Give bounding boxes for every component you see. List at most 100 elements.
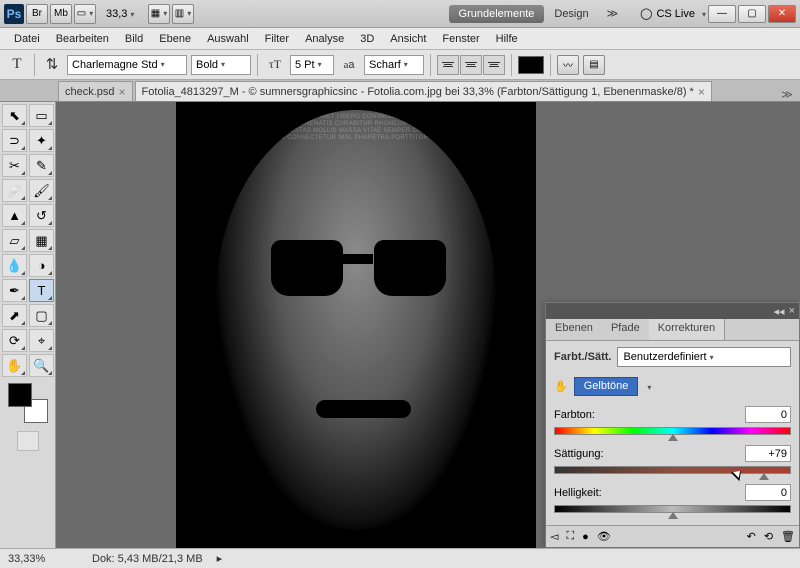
window-maximize[interactable]: ▢: [738, 5, 766, 23]
quickmask-toggle[interactable]: [17, 431, 39, 451]
menu-ansicht[interactable]: Ansicht: [382, 31, 434, 47]
warp-text-button[interactable]: 〰: [557, 55, 579, 75]
document-tabs: check.psd× Fotolia_4813297_M - © sumners…: [0, 80, 800, 102]
lasso-tool[interactable]: ⊃: [2, 129, 27, 152]
antialias-select[interactable]: Scharf: [364, 55, 424, 75]
close-icon[interactable]: ×: [119, 85, 126, 99]
tab-overflow[interactable]: ≫: [778, 88, 796, 101]
menu-analyse[interactable]: Analyse: [297, 31, 352, 47]
char-panel-button[interactable]: ▤: [583, 55, 605, 75]
menu-datei[interactable]: Datei: [6, 31, 48, 47]
menu-3d[interactable]: 3D: [352, 31, 382, 47]
eraser-tool[interactable]: ▱: [2, 229, 27, 252]
app-logo[interactable]: Ps: [4, 4, 24, 24]
stamp-tool[interactable]: ▲: [2, 204, 27, 227]
brush-tool[interactable]: 🖌: [29, 179, 54, 202]
hand-icon[interactable]: ✋: [554, 380, 568, 393]
history-brush-tool[interactable]: ↺: [29, 204, 54, 227]
window-minimize[interactable]: —: [708, 5, 736, 23]
align-center-button[interactable]: [460, 55, 482, 75]
bridge-button[interactable]: Br: [26, 4, 48, 24]
previous-icon[interactable]: ↶: [747, 530, 756, 543]
preset-select[interactable]: Benutzerdefiniert: [617, 347, 791, 367]
menu-bearbeiten[interactable]: Bearbeiten: [48, 31, 117, 47]
minibridge-button[interactable]: Mb: [50, 4, 72, 24]
document-image: [176, 102, 536, 548]
quickselect-tool[interactable]: ✦: [29, 129, 54, 152]
3d-tool[interactable]: ⟳: [2, 329, 27, 352]
fg-color[interactable]: [8, 383, 32, 407]
cslive-icon: ◯: [640, 7, 652, 20]
font-family-select[interactable]: Charlemagne Std: [67, 55, 187, 75]
hand-tool[interactable]: ✋: [2, 354, 27, 377]
collapse-icon[interactable]: ◂◂: [774, 305, 785, 318]
hue-input[interactable]: [745, 406, 791, 423]
font-style-select[interactable]: Bold: [191, 55, 251, 75]
range-dropdown-arrow[interactable]: [644, 381, 651, 393]
fontsize-icon: τT: [264, 54, 286, 76]
text-color-swatch[interactable]: [518, 56, 544, 74]
3dcam-tool[interactable]: ⌖: [29, 329, 54, 352]
blur-tool[interactable]: 💧: [2, 254, 27, 277]
canvas[interactable]: ◂◂× Ebenen Pfade Korrekturen Farbt./Sätt…: [56, 102, 800, 548]
tab-korrekturen[interactable]: Korrekturen: [649, 319, 725, 340]
sat-slider[interactable]: [554, 466, 791, 474]
close-icon[interactable]: ×: [698, 85, 705, 99]
healbrush-tool[interactable]: 🩹: [2, 179, 27, 202]
cslive-button[interactable]: ◯ CS Live: [640, 7, 706, 20]
type-tool[interactable]: T: [29, 279, 54, 302]
lig-slider[interactable]: [554, 505, 791, 513]
type-tool-icon: T: [6, 54, 28, 76]
menu-hilfe[interactable]: Hilfe: [488, 31, 526, 47]
zoom-tool[interactable]: 🔍: [29, 354, 54, 377]
menu-auswahl[interactable]: Auswahl: [199, 31, 257, 47]
zoom-select[interactable]: 33,3: [106, 8, 146, 20]
align-left-button[interactable]: [437, 55, 459, 75]
path-tool[interactable]: ⬈: [2, 304, 27, 327]
doc-tab-fotolia[interactable]: Fotolia_4813297_M - © sumnersgraphicsinc…: [135, 81, 712, 101]
panel-footer: ◅ ⛶ ● 👁 ↶ ⟲ 🗑: [546, 525, 799, 547]
shape-tool[interactable]: ▢: [29, 304, 54, 327]
workspace-essentials[interactable]: Grundelemente: [449, 5, 545, 23]
font-size-select[interactable]: 5 Pt: [290, 55, 334, 75]
fg-bg-colors[interactable]: [8, 383, 48, 423]
status-menu-icon[interactable]: ▸: [217, 552, 223, 565]
doc-tab-check[interactable]: check.psd×: [58, 81, 133, 101]
hue-slider[interactable]: [554, 427, 791, 435]
eyedropper-tool[interactable]: ✎: [29, 154, 54, 177]
options-bar: T ⇅ Charlemagne Std Bold τT 5 Pt aa Scha…: [0, 50, 800, 80]
arrange-button[interactable]: ▥: [172, 4, 194, 24]
status-zoom[interactable]: 33,33%: [8, 553, 78, 565]
tab-ebenen[interactable]: Ebenen: [546, 319, 602, 340]
color-range-select[interactable]: Gelbtöne: [574, 377, 639, 396]
move-tool[interactable]: ⬉: [2, 104, 27, 127]
back-icon[interactable]: ◅: [550, 530, 558, 543]
expand-icon[interactable]: ⛶: [566, 530, 574, 543]
lig-input[interactable]: [745, 484, 791, 501]
close-icon[interactable]: ×: [789, 305, 795, 317]
sat-input[interactable]: [745, 445, 791, 462]
gradient-tool[interactable]: ▦: [29, 229, 54, 252]
tab-pfade[interactable]: Pfade: [602, 319, 649, 340]
clip-icon[interactable]: ●: [582, 531, 589, 543]
screenmode-button[interactable]: ▭: [74, 4, 96, 24]
align-right-button[interactable]: [483, 55, 505, 75]
window-close[interactable]: ✕: [768, 5, 796, 23]
viewextras-button[interactable]: ▦: [148, 4, 170, 24]
dodge-tool[interactable]: ◑: [29, 254, 54, 277]
workspace-design[interactable]: Design: [546, 5, 596, 23]
crop-tool[interactable]: ✂: [2, 154, 27, 177]
reset-icon[interactable]: ⟲: [764, 530, 773, 543]
orientation-icon[interactable]: ⇅: [41, 54, 63, 76]
menu-fenster[interactable]: Fenster: [434, 31, 487, 47]
status-bar: 33,33% Dok: 5,43 MB/21,3 MB ▸: [0, 548, 800, 568]
menu-ebene[interactable]: Ebene: [151, 31, 199, 47]
workspace-more[interactable]: ≫: [599, 4, 627, 23]
delete-icon[interactable]: 🗑: [781, 530, 795, 543]
pen-tool[interactable]: ✒: [2, 279, 27, 302]
marquee-tool[interactable]: ▭: [29, 104, 54, 127]
panel-header[interactable]: ◂◂ ×: [546, 303, 799, 319]
menu-bild[interactable]: Bild: [117, 31, 151, 47]
visibility-icon[interactable]: 👁: [597, 530, 611, 543]
menu-filter[interactable]: Filter: [257, 31, 297, 47]
